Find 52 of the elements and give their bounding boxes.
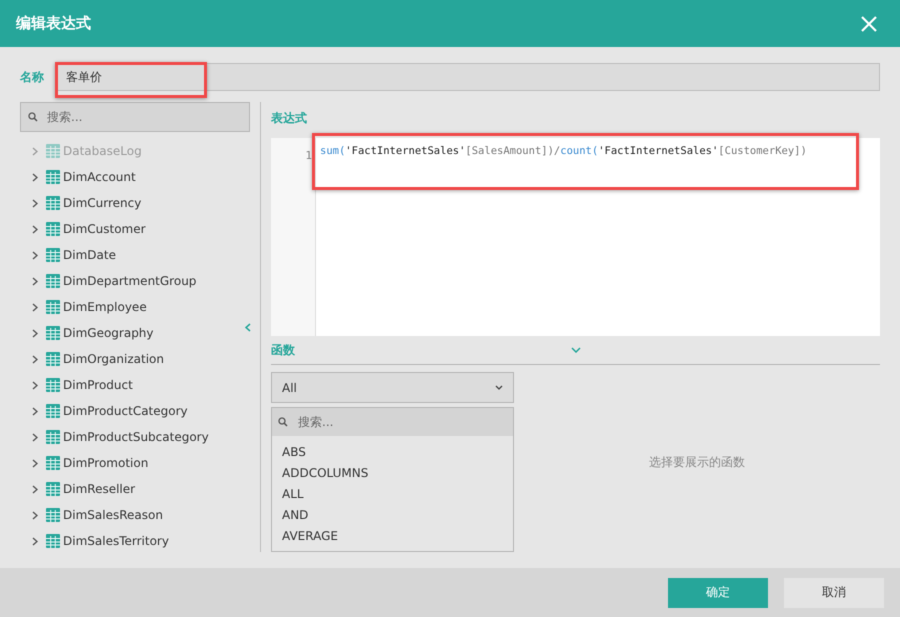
table-name[interactable]: DimProductCategory	[63, 404, 188, 418]
table-name[interactable]: DimCurrency	[63, 196, 142, 210]
function-item[interactable]: AND	[282, 505, 503, 526]
search-field[interactable]: 搜索...	[272, 408, 513, 436]
function-item[interactable]: ABS	[282, 442, 503, 463]
table-name[interactable]: DimCustomer	[63, 222, 146, 236]
table-icon	[46, 196, 60, 210]
caret-icon	[495, 385, 503, 390]
cancel-button[interactable]: 取消	[784, 578, 884, 608]
table-name[interactable]: DimPromotion	[63, 456, 148, 470]
table-name[interactable]: DimGeography	[63, 326, 154, 340]
table-icon	[46, 456, 60, 470]
table-icon	[46, 482, 60, 496]
table-name[interactable]: DimAccount	[63, 170, 136, 184]
table-icon	[46, 274, 60, 288]
name-label: 名称	[20, 68, 45, 86]
close-icon[interactable]	[860, 14, 878, 32]
table-icon	[46, 300, 60, 314]
table-name[interactable]: DimSalesReason	[63, 508, 163, 522]
table-name[interactable]: DimProductSubcategory	[63, 430, 209, 444]
table-icon	[46, 404, 60, 418]
search-icon	[28, 112, 38, 122]
search-field[interactable]: 搜索...	[20, 102, 250, 132]
category-dropdown[interactable]: All	[271, 372, 514, 403]
table-icon	[46, 222, 60, 236]
search-icon	[278, 417, 288, 427]
expression-heading: 表达式	[271, 110, 308, 127]
table-name[interactable]: DimOrganization	[63, 352, 164, 366]
code-editor[interactable]: 1 sum('FactInternetSales'[SalesAmount])/count('FactInternetSales'[CustomerKey])	[271, 138, 880, 336]
table-icon	[46, 170, 60, 184]
table-icon	[46, 378, 60, 392]
table-icon	[46, 508, 60, 522]
table-name[interactable]: DimDate	[63, 248, 116, 262]
functions-heading: 函数	[271, 342, 295, 358]
function-item[interactable]: ADDCOLUMNS	[282, 463, 503, 484]
table-icon	[46, 430, 60, 444]
empty-hint: 选择要展示的函数	[649, 454, 745, 470]
table-icon	[46, 534, 60, 548]
table-name[interactable]: DimReseller	[63, 482, 136, 496]
table-name[interactable]: DimEmployee	[63, 300, 147, 314]
table-icon	[46, 326, 60, 340]
table-name[interactable]: DimProduct	[63, 378, 133, 392]
table-icon	[46, 352, 60, 366]
line-number: 1	[305, 149, 312, 162]
expression-code: sum('FactInternetSales'[SalesAmount])/count('FactInternetSales'[CustomerKey])	[320, 144, 807, 158]
table-icon	[46, 144, 60, 158]
function-item[interactable]: AVERAGE	[282, 526, 503, 547]
window-title: 编辑表达式	[16, 14, 91, 33]
table-name[interactable]: DimDepartmentGroup	[63, 274, 196, 288]
table-name[interactable]: DimSalesTerritory	[63, 534, 169, 548]
function-item[interactable]: ALL	[282, 484, 503, 505]
table-icon	[46, 248, 60, 262]
